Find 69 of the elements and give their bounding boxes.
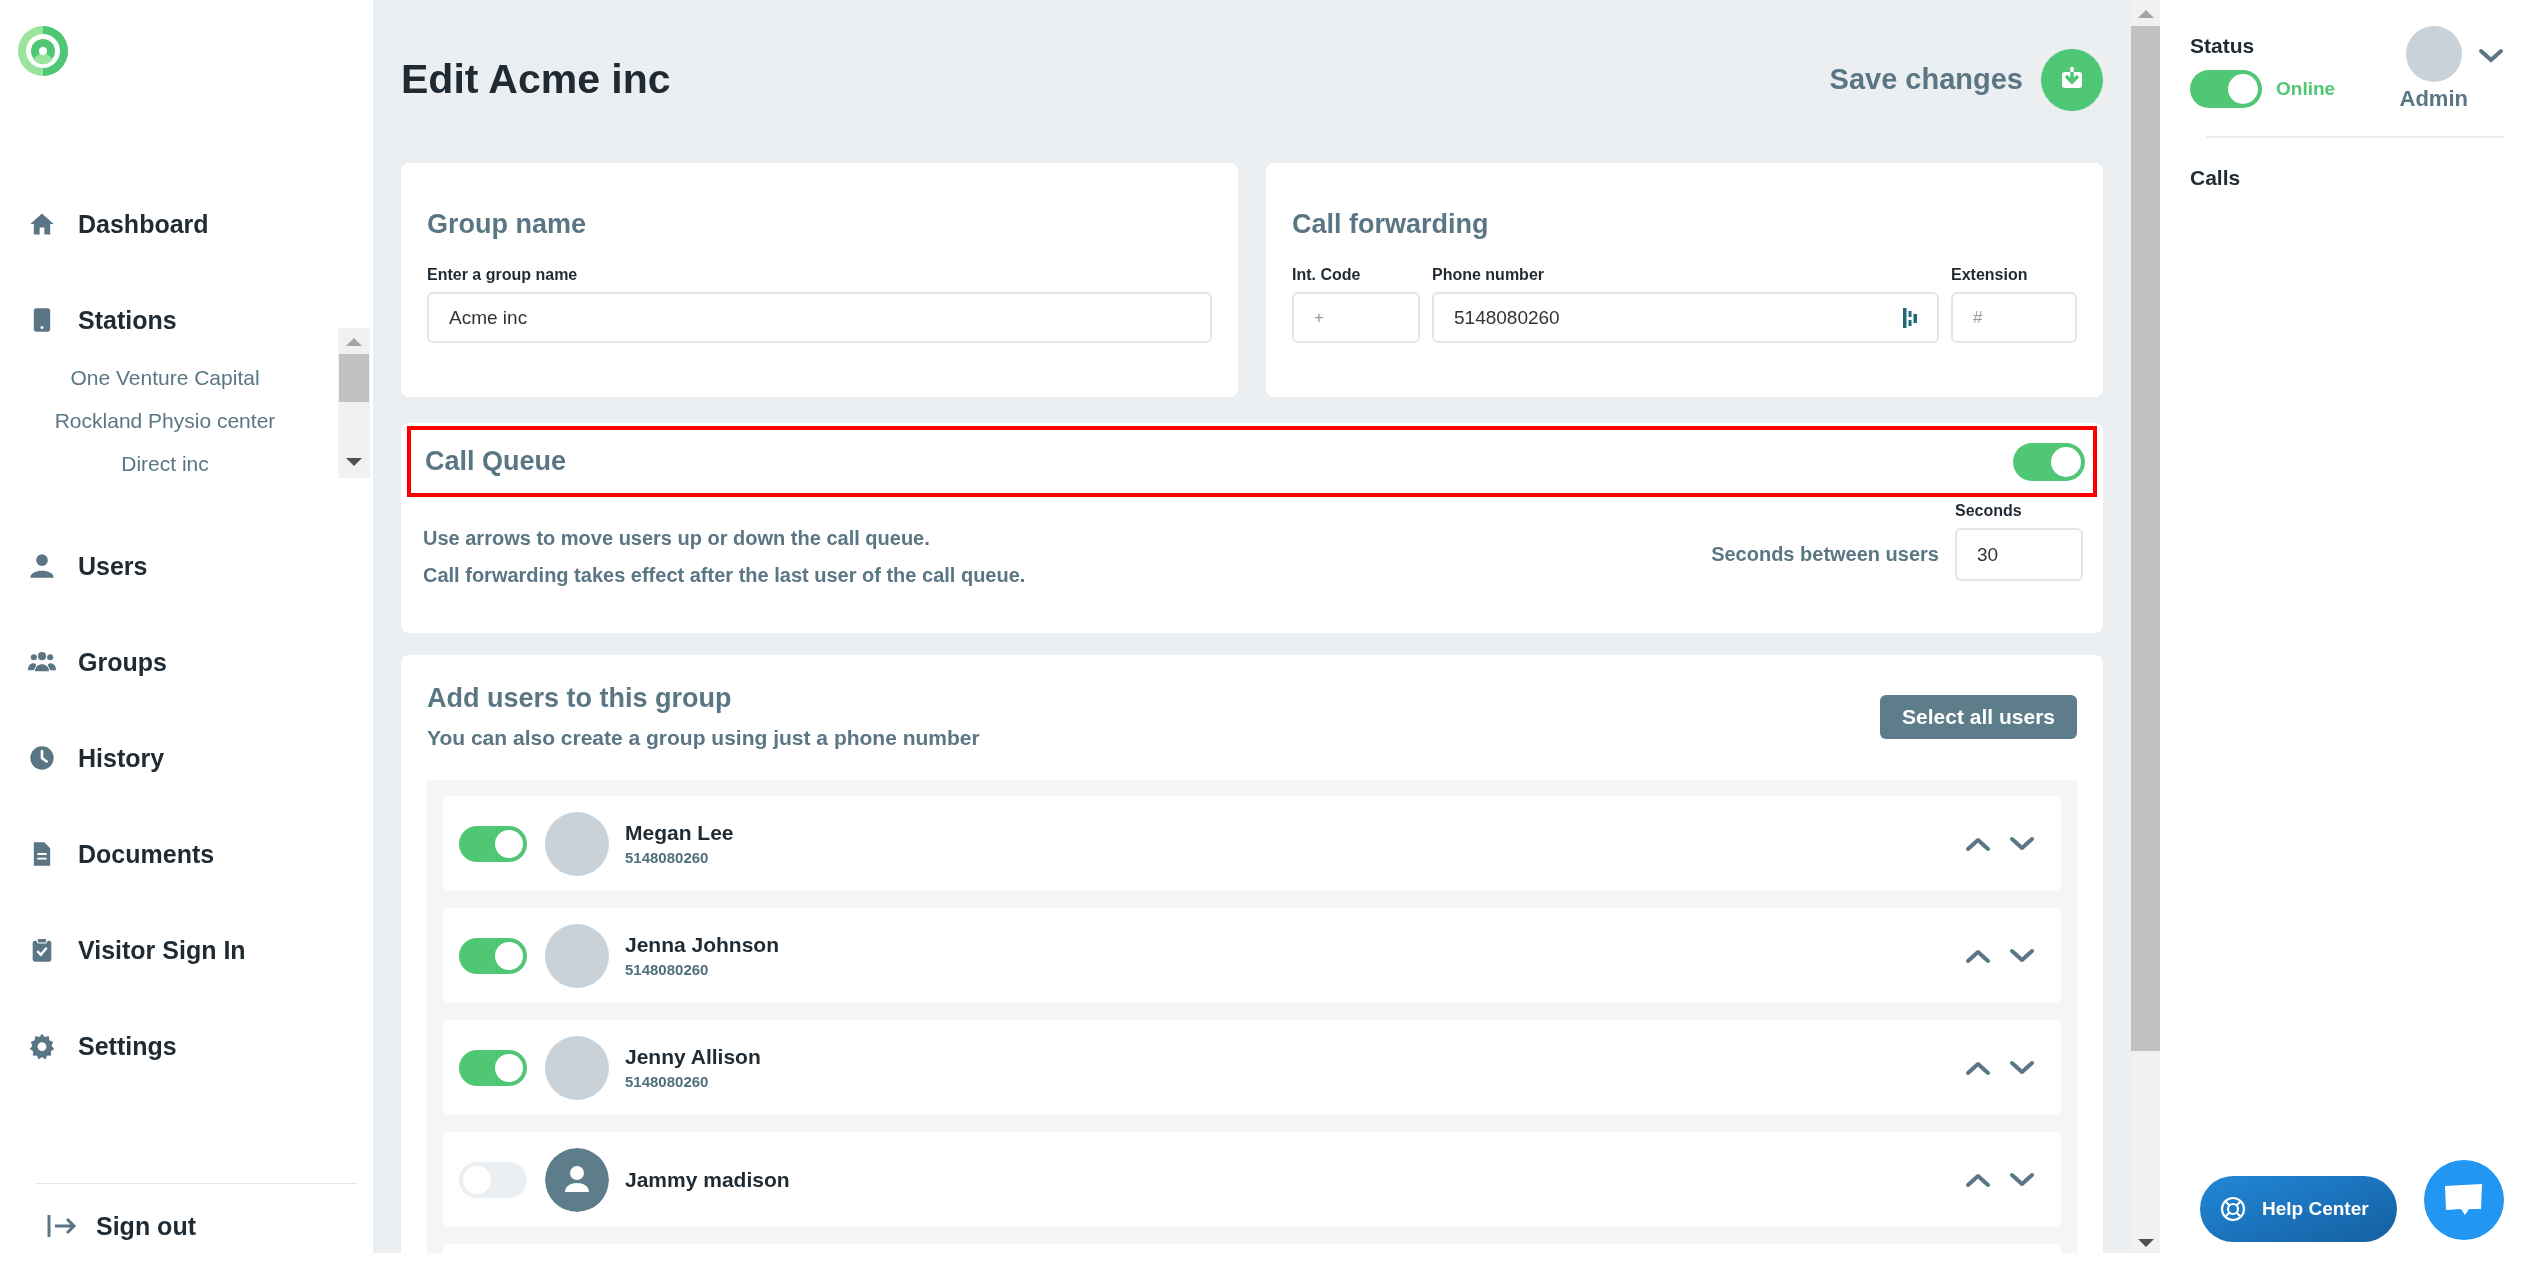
input-field[interactable]: 5148080260: [1432, 292, 1939, 343]
input-field[interactable]: 30: [1955, 528, 2083, 581]
user-name: Jenna Johnson: [625, 933, 780, 957]
toggle-switch[interactable]: [2013, 442, 2085, 481]
status-text: Online: [2276, 78, 2336, 100]
user-name: Jammy madison: [625, 1167, 790, 1192]
toggle-switch[interactable]: [459, 825, 527, 862]
page-title: Edit Acme inc: [401, 56, 671, 103]
nav-item[interactable]: History: [0, 730, 373, 786]
avatar-icon: [545, 1147, 609, 1212]
save-button[interactable]: Save changes: [1829, 48, 2103, 111]
user-name: Megan Lee: [625, 821, 734, 845]
nav-item[interactable]: Users: [0, 538, 373, 594]
station-link[interactable]: Direct inc: [121, 442, 209, 485]
move-up-icon[interactable]: [1965, 1171, 1991, 1188]
nav-item[interactable]: Documents: [0, 826, 373, 882]
bars-icon: [1903, 306, 1917, 329]
help-center-button[interactable]: Help Center: [2200, 1176, 2397, 1242]
calls-label: Calls: [2190, 166, 2242, 190]
sign-out-link[interactable]: Sign out: [0, 1206, 373, 1246]
nav-icon: [28, 744, 56, 772]
save-icon: [2041, 48, 2103, 111]
toggle-switch[interactable]: [459, 1049, 527, 1086]
move-up-icon[interactable]: [1965, 947, 1991, 964]
toggle-switch[interactable]: [2190, 70, 2262, 108]
toggle-switch[interactable]: [459, 937, 527, 974]
move-up-icon[interactable]: [1965, 1059, 1991, 1076]
nav-item[interactable]: Settings: [0, 1018, 373, 1074]
help-text: Use arrows to move users up or down the call queue.: [423, 527, 931, 550]
user-phone: 5148080260: [625, 849, 710, 866]
move-down-icon[interactable]: [2009, 1171, 2035, 1188]
input-field[interactable]: Acme inc: [427, 292, 1212, 343]
lifebuoy-icon: [2220, 1196, 2246, 1222]
chevron-down-icon[interactable]: [2478, 48, 2504, 64]
station-link[interactable]: One Venture Capital: [70, 356, 260, 399]
card-title: Add users to this group: [427, 683, 733, 714]
help-text: Call forwarding takes effect after the last user of the call queue.: [423, 564, 1026, 587]
user-name: Jenny Allison: [625, 1045, 761, 1069]
card-title: Call Queue: [425, 446, 567, 477]
field-label: Phone number: [1432, 266, 1545, 284]
scrollbar[interactable]: [2131, 0, 2160, 1253]
move-down-icon[interactable]: [2009, 947, 2035, 964]
sign-out-icon: [46, 1212, 78, 1240]
user-phone: 5148080260: [625, 961, 710, 978]
chat-icon[interactable]: [2424, 1160, 2504, 1240]
nav-item[interactable]: Groups: [0, 634, 373, 690]
move-up-icon[interactable]: [1965, 835, 1991, 852]
nav-item[interactable]: Stations: [0, 292, 373, 348]
user-name: Admin: [2399, 86, 2468, 112]
nav-icon: [28, 1032, 56, 1060]
card-subtitle: You can also create a group using just a phone number: [427, 726, 980, 750]
nav-item[interactable]: Visitor Sign In: [0, 922, 373, 978]
user-phone: 5148080260: [625, 1073, 710, 1090]
seconds-text: Seconds between users: [1711, 543, 1939, 567]
status-label: Status: [2190, 34, 2256, 58]
field-label: Int. Code: [1292, 266, 1362, 284]
card-title: Group name: [427, 209, 588, 240]
move-down-icon[interactable]: [2009, 1059, 2035, 1076]
field-label: Extension: [1951, 266, 2029, 284]
scrollbar[interactable]: [338, 328, 370, 478]
nav-item[interactable]: Dashboard: [0, 196, 373, 252]
card-title: Call forwarding: [1292, 209, 1490, 240]
nav-icon: [28, 552, 56, 580]
move-down-icon[interactable]: [2009, 835, 2035, 852]
field-label: Seconds: [1955, 502, 2023, 520]
station-link[interactable]: Rockland Physio center: [54, 399, 276, 442]
logo-icon: [16, 24, 70, 78]
field-label: Enter a group name: [427, 266, 579, 284]
select-all-button[interactable]: Select all users: [1880, 695, 2077, 739]
